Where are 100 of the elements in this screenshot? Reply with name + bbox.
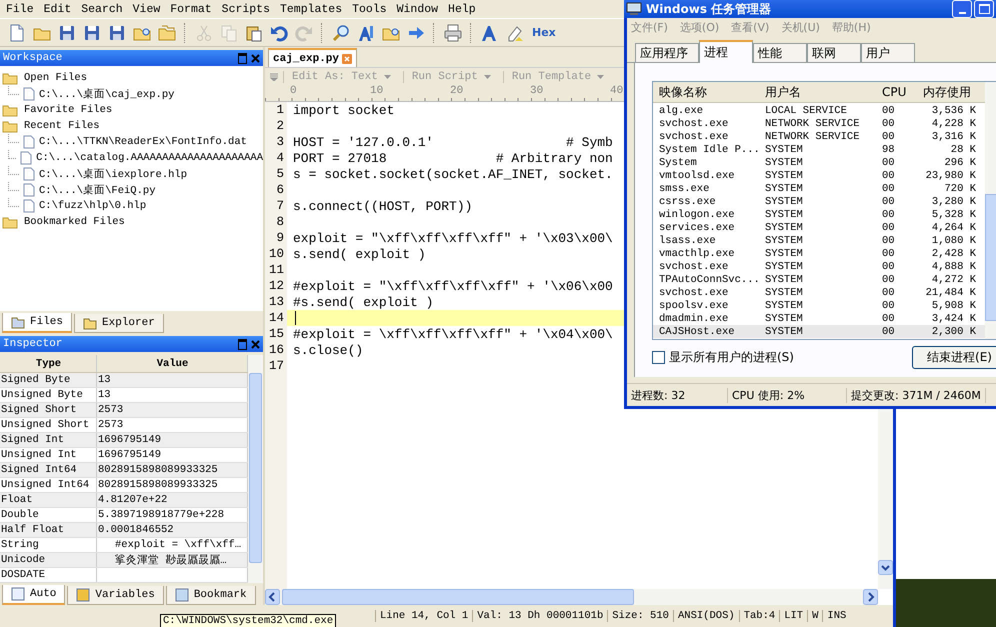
end-process-button[interactable]: 结束进程(E) (912, 346, 996, 369)
table-cell-text: winlogon.exe (658, 208, 736, 220)
table-cell-text: alg.exe (658, 104, 704, 116)
folder-icon (2, 215, 18, 229)
code-line: #exploit = "\xff\xff\xff\xff" + '\x06\x00 (293, 278, 613, 294)
panel-tab[interactable]: Auto (2, 585, 66, 605)
table-cell-text: NETWORK SERVICE (764, 118, 861, 130)
tree-item[interactable]: Recent Files (24, 120, 100, 132)
close-icon[interactable] (251, 54, 260, 62)
table-cell-text: SYSTEM (764, 274, 804, 286)
menu-item[interactable]: Format (168, 2, 220, 16)
scrollbar[interactable] (248, 355, 263, 583)
table-cell-text: 5,328 K (930, 208, 976, 220)
table-cell-text: spoolsv.exe (658, 300, 730, 312)
tree-item[interactable]: C:\...\catalog.AAAAAAAAAAAAAAAAAAAAA (36, 152, 263, 164)
show-all-checkbox[interactable]: 显示所有用户的进程(S) (652, 349, 794, 366)
column-header[interactable]: Type (0, 355, 97, 372)
scroll-right-icon[interactable] (863, 589, 878, 605)
column-header[interactable]: 内存使用 (912, 84, 976, 100)
table-cell-text: 00 (881, 260, 896, 272)
table-cell: Unsigned Short (0, 418, 97, 432)
table-cell-text: 98 (881, 144, 896, 156)
panel-title: Inspector (3, 338, 62, 350)
table-cell: Unicode (0, 553, 97, 567)
status-field: Line 14, Col 1 (375, 610, 472, 622)
close-icon[interactable] (251, 340, 260, 348)
scrollbar[interactable] (985, 82, 996, 339)
line-number: 17 (268, 359, 285, 373)
tab[interactable]: 进程 (699, 40, 753, 63)
menu-item[interactable]: Templates (278, 2, 350, 16)
tree-item[interactable]: Favorite Files (24, 104, 112, 116)
line-number: 15 (268, 327, 285, 341)
table-cell-text: SYSTEM (764, 208, 804, 220)
table-cell-text: csrss.exe (658, 196, 717, 208)
tree-item[interactable]: Open Files (24, 72, 88, 84)
status-field: ANSI(DOS) (672, 610, 739, 622)
tree-item[interactable]: C:\...\TTKN\ReaderEx\FontInfo.dat (39, 136, 247, 148)
line-number: 6 (275, 183, 285, 197)
table-cell-text: 21,484 K (924, 286, 976, 298)
close-icon[interactable] (342, 54, 352, 64)
tree-item[interactable]: Bookmarked Files (24, 216, 125, 228)
minimize-button[interactable] (952, 0, 972, 18)
table-cell: Unsigned Int (0, 448, 97, 462)
tab[interactable]: 性能 (753, 43, 807, 62)
table-cell-text: SYSTEM (764, 286, 804, 298)
menu-item[interactable]: View (130, 2, 168, 16)
tree-item[interactable]: C:\...\桌面\FeiQ.py (39, 183, 156, 197)
column-header[interactable]: 用户名 (759, 84, 872, 100)
table-cell-text: SYSTEM (764, 182, 804, 194)
panel-tab[interactable]: Files (2, 313, 72, 333)
line-number: 4 (275, 151, 285, 165)
text-cursor (295, 311, 296, 325)
table-cell-text: 296 K (943, 156, 976, 168)
table-cell: Half Float (0, 523, 97, 537)
menu-item[interactable]: File (4, 2, 42, 16)
tab[interactable]: 联网 (807, 43, 861, 62)
scroll-left-icon[interactable] (265, 589, 280, 605)
float-icon[interactable] (238, 52, 247, 64)
panel-tab[interactable]: Explorer (74, 314, 164, 333)
toolbar-options-icon[interactable] (270, 72, 278, 80)
line-number: 10 (268, 247, 285, 261)
tree-item[interactable]: C:\...\桌面\caj_exp.py (39, 87, 174, 101)
menu-item[interactable]: Help (446, 2, 484, 16)
table-cell-text: 23,980 K (924, 170, 976, 182)
printer-icon[interactable] (442, 22, 464, 44)
table-cell-text: 4,264 K (930, 222, 976, 234)
tree-item[interactable]: C:\...\桌面\iexplore.hlp (39, 167, 188, 181)
table-cell-text: 1,080 K (930, 234, 976, 246)
menu-item[interactable]: Scripts (220, 2, 278, 16)
table-cell-text: 00 (881, 300, 896, 312)
hex-button[interactable]: Hex (529, 24, 559, 41)
tab[interactable]: 用户 (861, 43, 915, 62)
scrollbar-thumb[interactable] (282, 589, 634, 605)
horizontal-scrollbar[interactable] (265, 589, 878, 605)
table-cell-text: vmtoolsd.exe (658, 170, 736, 182)
table-cell-text: TPAutoConnSvc... (658, 274, 759, 286)
table-cell-text: 3,316 K (930, 130, 976, 142)
menu-item[interactable]: Search (79, 2, 131, 16)
table-cell-text: SYSTEM (764, 144, 804, 156)
table-cell-text: 00 (881, 326, 896, 338)
column-header[interactable]: 映像名称 (653, 84, 759, 100)
float-icon[interactable] (238, 338, 247, 350)
tab[interactable]: 应用程序 (635, 43, 699, 62)
tree-item[interactable]: C:\fuzz\hlp\0.hlp (39, 200, 146, 212)
panel-tab[interactable]: Variables (67, 586, 164, 605)
table-cell: Float (0, 493, 97, 507)
code-line: #exploit = \xff\xff\xff\xff" + '\x04\x00\ (293, 326, 613, 342)
status-field: LIT (779, 610, 808, 622)
maximize-button[interactable] (974, 0, 994, 18)
panel-tab[interactable]: Bookmark (166, 586, 256, 605)
table-cell-text: 2,428 K (930, 248, 976, 260)
menu-item[interactable]: Edit (42, 2, 80, 16)
code-line: #s.send( exploit ) (293, 294, 434, 310)
menu-item[interactable]: Window (394, 2, 446, 16)
file-tab[interactable]: caj_exp.py (268, 48, 358, 67)
folder-icon (2, 71, 18, 85)
menu-item[interactable]: Tools (350, 2, 395, 16)
scroll-down-icon[interactable] (878, 560, 893, 575)
table-cell-text: 720 K (943, 182, 976, 194)
line-number: 1 (275, 103, 285, 117)
